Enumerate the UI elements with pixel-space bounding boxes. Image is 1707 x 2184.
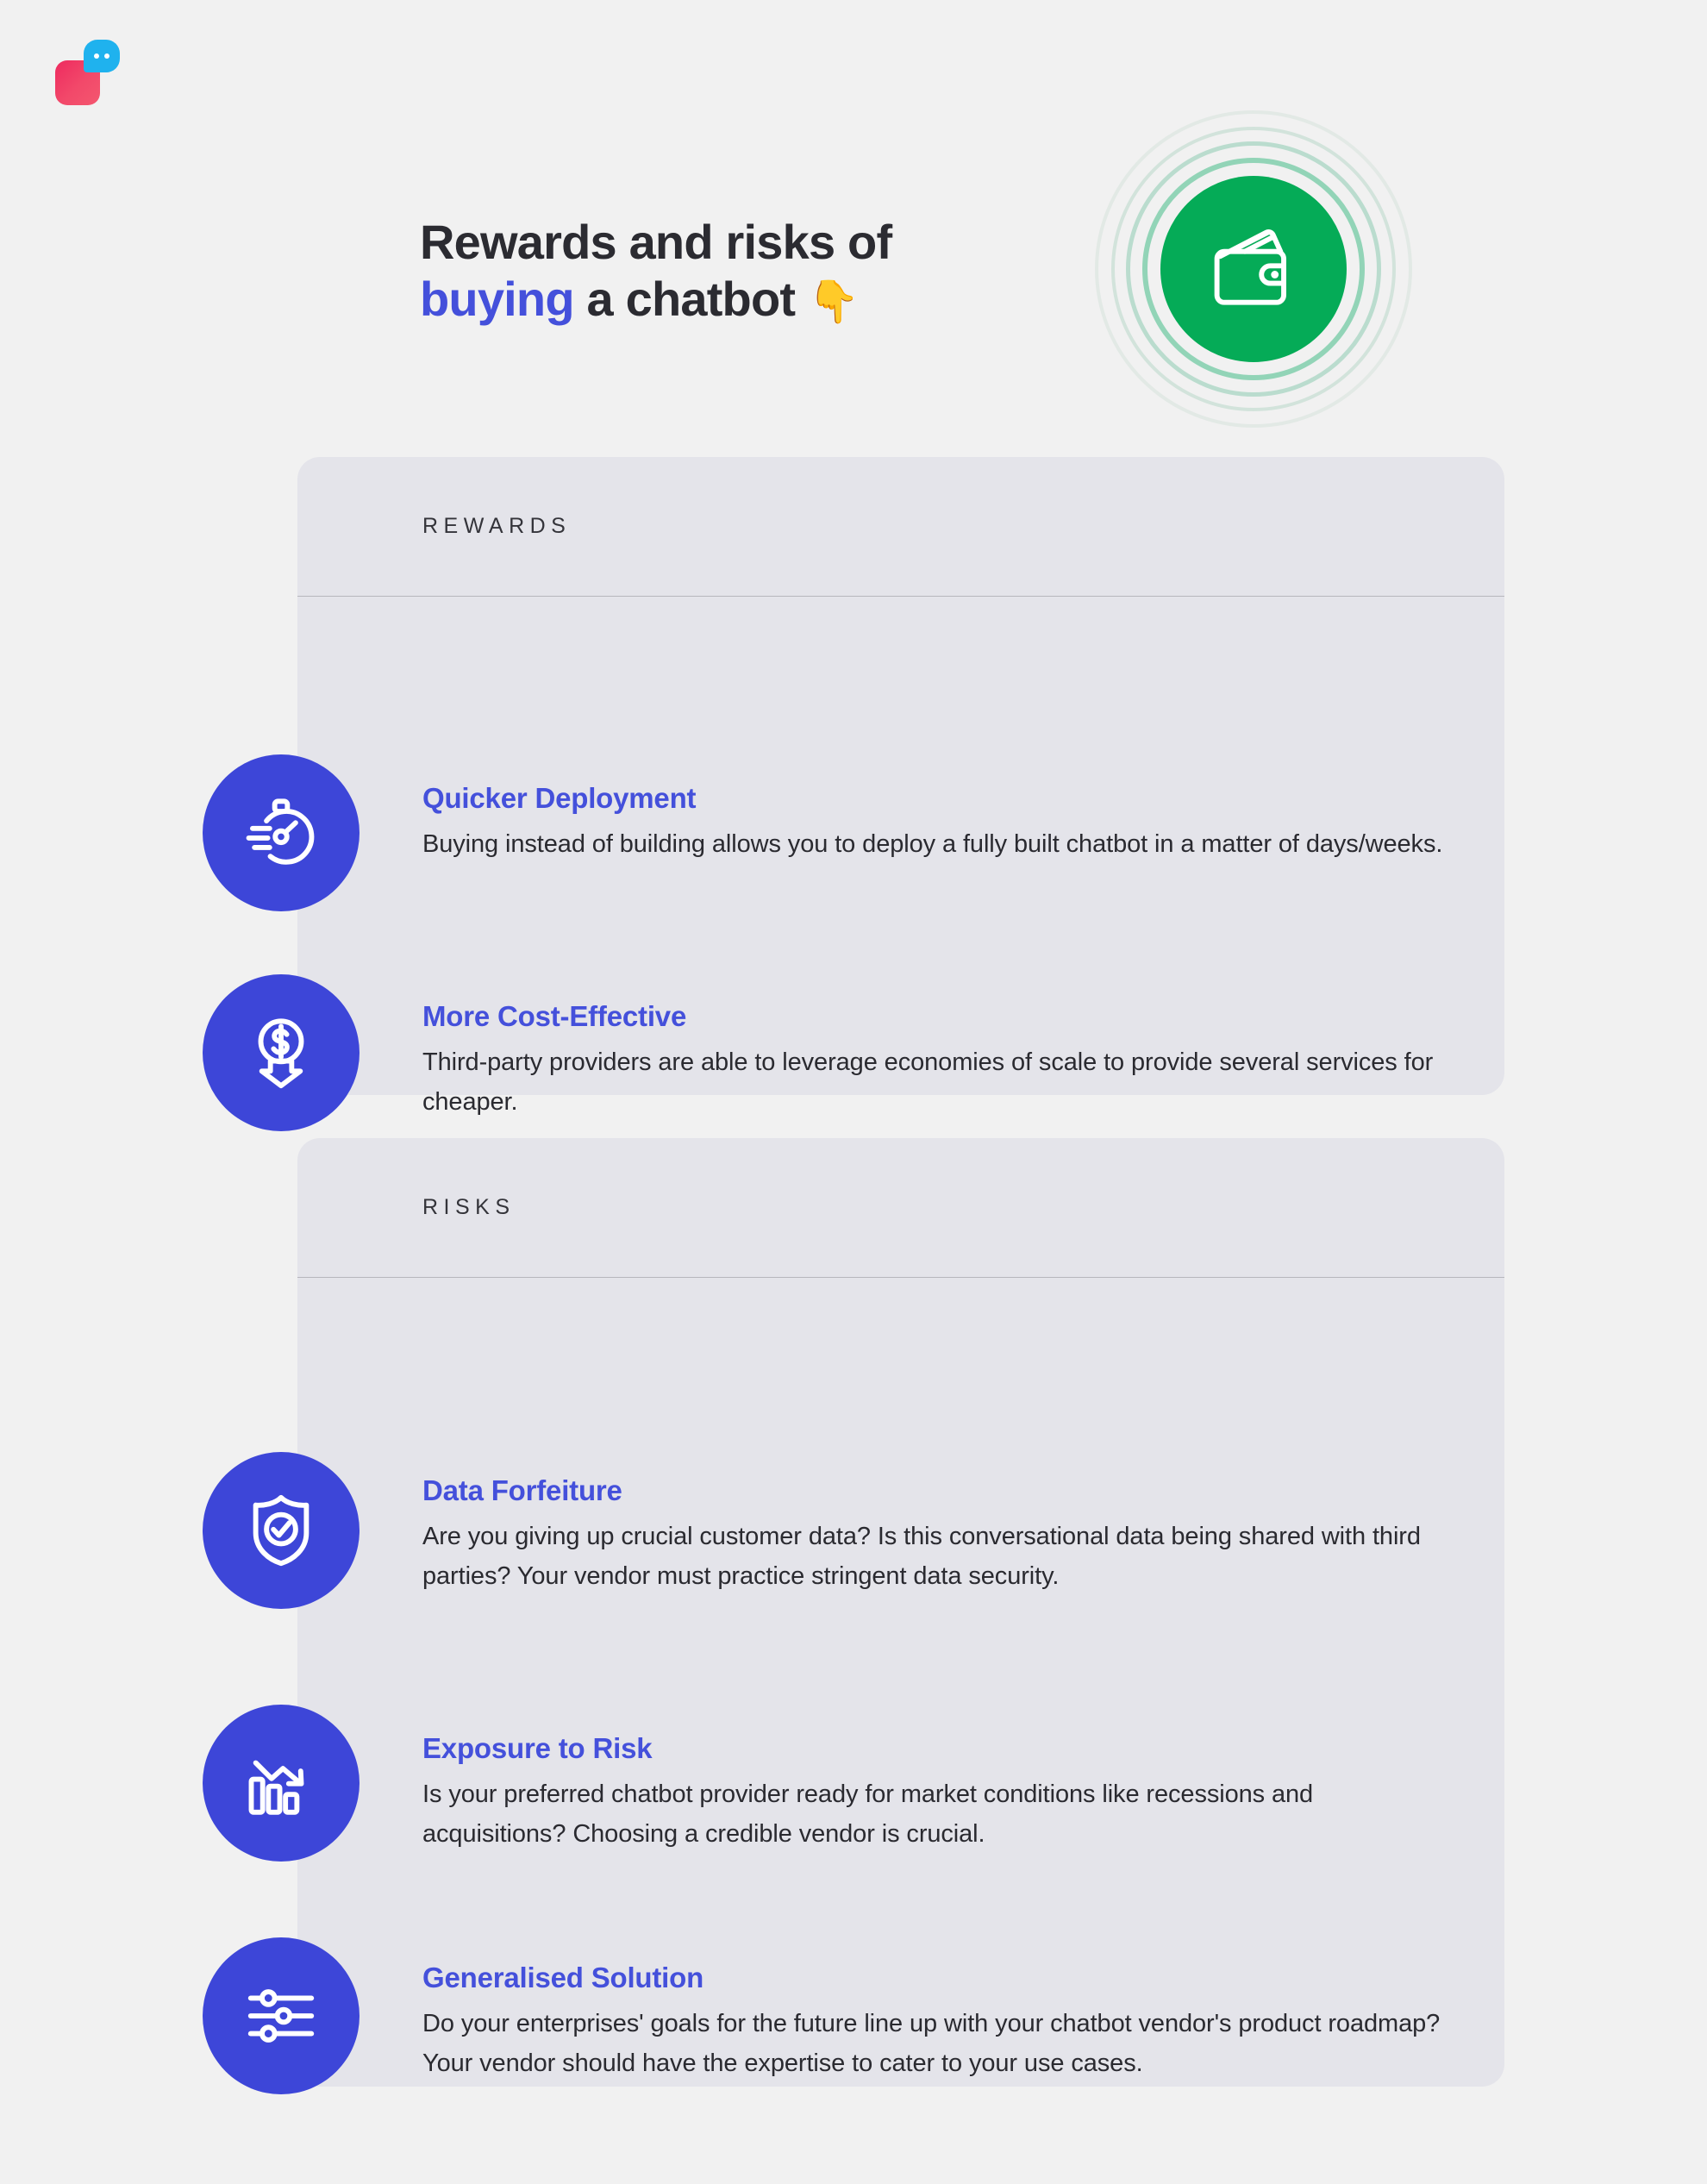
wallet-badge-circle [1160,176,1347,362]
page-title-line1: Rewards and risks of [420,215,892,269]
sliders-settings-icon-circle [203,1937,360,2094]
stopwatch-speed-icon-circle [203,754,360,911]
item-text-block: Data Forfeiture Are you giving up crucia… [422,1474,1457,1596]
brand-logo [55,40,129,114]
item-text-block: Exposure to Risk Is your preferred chatb… [422,1732,1457,1854]
shield-check-icon [253,1494,310,1567]
item-text-block: More Cost-Effective Third-party provider… [422,1000,1457,1122]
item-description: Are you giving up crucial customer data?… [422,1523,1421,1590]
risks-section-title: RISKS [422,1195,516,1219]
chat-bubble-icon [84,40,120,72]
item-title: Exposure to Risk [422,1732,653,1764]
item-title: Quicker Deployment [422,782,697,814]
pointing-down-emoji-icon: 👇 [807,279,860,326]
declining-bar-chart-icon [248,1760,304,1815]
risks-section-header: RISKS [297,1138,1504,1278]
item-title: More Cost-Effective [422,1000,687,1032]
stopwatch-speed-icon [246,798,315,865]
wallet-icon [1214,229,1286,305]
rewards-section-header: REWARDS [297,457,1504,597]
item-text-block: Generalised Solution Do your enterprises… [422,1962,1457,2083]
item-title: Data Forfeiture [422,1474,622,1506]
page-title-rest: a chatbot [573,272,808,327]
page-title: Rewards and risks of buying a chatbot 👇 [420,214,1075,328]
risks-section-card: RISKS Data Forfeiture Are you giving up … [203,1138,1504,2094]
item-title: Generalised Solution [422,1962,704,1993]
shield-check-icon-circle [203,1452,360,1609]
item-description: Buying instead of building allows you to… [422,830,1443,858]
dollar-down-arrow-icon-circle [203,974,360,1131]
rewards-section-title: REWARDS [422,514,572,538]
infographic-page: Rewards and risks of buying a chatbot 👇 … [0,0,1707,2184]
wallet-badge [1093,109,1414,429]
sliders-settings-icon [247,1989,315,2043]
page-title-accent: buying [420,272,575,327]
item-description: Third-party providers are able to levera… [422,1048,1434,1116]
item-description: Is your preferred chatbot provider ready… [422,1780,1314,1848]
bubble-dot-1 [94,53,99,59]
bubble-dot-2 [104,53,109,59]
declining-bar-chart-icon-circle [203,1705,360,1862]
rewards-section-card: REWARDS Quicker Deployment Buying instea… [203,457,1504,1131]
dollar-down-arrow-icon [258,1018,304,1089]
item-description: Do your enterprises' goals for the futur… [422,2010,1441,2077]
item-text-block: Quicker Deployment Buying instead of bui… [422,782,1457,865]
